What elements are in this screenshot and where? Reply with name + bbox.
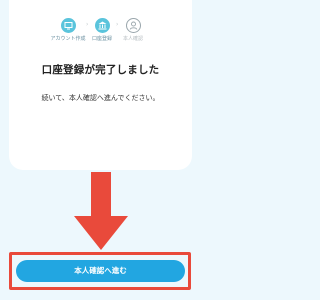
completion-card: アカウント作成 › 口座登録 › 本人確認 口座登録が完了しました 続いて、本人… — [9, 0, 192, 170]
step-label-identity-verification: 本人確認 — [122, 36, 143, 42]
proceed-to-identity-verification-button[interactable]: 本人確認へ進む — [16, 260, 185, 282]
step-identity-verification: 本人確認 — [111, 18, 155, 42]
monitor-icon — [60, 18, 76, 33]
progress-stepper: アカウント作成 › 口座登録 › 本人確認 — [9, 18, 192, 60]
down-arrow-icon — [74, 172, 128, 250]
instruction-text: 続いて、本人確認へ進んでください。 — [41, 94, 160, 102]
page-title: 口座登録が完了しました — [41, 64, 160, 76]
person-icon — [125, 18, 141, 33]
bank-icon — [94, 18, 110, 33]
